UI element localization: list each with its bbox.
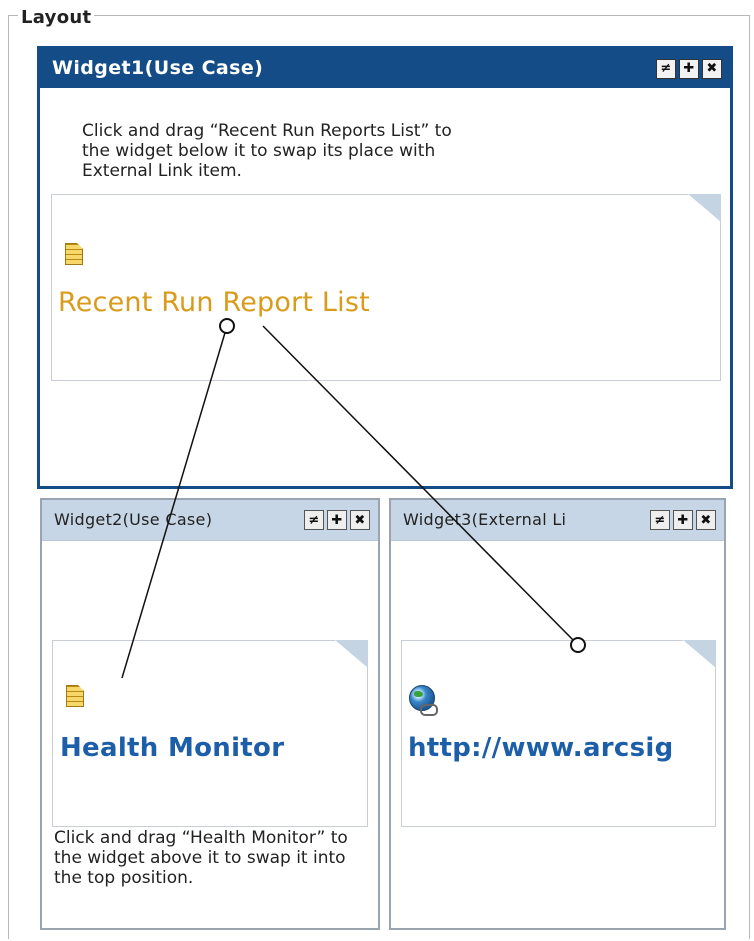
health-monitor-card[interactable]: Health Monitor — [52, 640, 368, 827]
widget1: Widget1(Use Case) ≠ ✚ ✖ Click and drag “… — [37, 46, 733, 489]
close-icon[interactable]: ✖ — [702, 58, 722, 79]
move-icon[interactable]: ✚ — [327, 510, 347, 530]
widget1-title: Widget1(Use Case) — [52, 57, 264, 79]
widget2-instruction: Click and drag “Health Monitor” to the w… — [54, 828, 348, 888]
widget1-tools: ≠ ✚ ✖ — [656, 49, 722, 88]
move-icon[interactable]: ✚ — [679, 58, 699, 79]
collapse-icon[interactable]: ≠ — [304, 510, 324, 530]
collapse-icon[interactable]: ≠ — [656, 58, 676, 79]
recent-run-report-link[interactable]: Recent Run Report List — [58, 287, 370, 318]
layout-border-right — [749, 15, 750, 939]
recent-run-report-card[interactable]: Recent Run Report List — [51, 194, 721, 381]
chain-icon — [420, 704, 438, 716]
layout-border-left — [8, 15, 9, 939]
widget2: Widget2(Use Case) ≠ ✚ ✖ Health Monitor C… — [40, 498, 380, 930]
widget2-title: Widget2(Use Case) — [54, 510, 213, 529]
close-icon[interactable]: ✖ — [350, 510, 370, 530]
layout-border-top — [8, 15, 750, 16]
widget3-header[interactable]: Widget3(External Li ≠ ✚ ✖ — [391, 500, 724, 541]
widget1-header[interactable]: Widget1(Use Case) ≠ ✚ ✖ — [40, 49, 730, 88]
widget1-instruction: Click and drag “Recent Run Reports List”… — [82, 121, 452, 181]
report-icon — [66, 685, 84, 707]
widget3-tools: ≠ ✚ ✖ — [646, 500, 716, 540]
widget3-title: Widget3(External Li — [403, 510, 567, 529]
collapse-icon[interactable]: ≠ — [650, 510, 670, 530]
report-icon — [65, 243, 83, 265]
widget2-tools: ≠ ✚ ✖ — [304, 500, 370, 540]
widget2-header[interactable]: Widget2(Use Case) ≠ ✚ ✖ — [42, 500, 378, 541]
close-icon[interactable]: ✖ — [696, 510, 716, 530]
move-icon[interactable]: ✚ — [673, 510, 693, 530]
health-monitor-link[interactable]: Health Monitor — [60, 733, 284, 763]
external-link-card[interactable]: http://www.arcsig — [401, 640, 716, 827]
widget3: Widget3(External Li ≠ ✚ ✖ http://www.arc… — [389, 498, 726, 930]
layout-legend: Layout — [18, 7, 95, 28]
external-link-url[interactable]: http://www.arcsig — [408, 733, 674, 763]
